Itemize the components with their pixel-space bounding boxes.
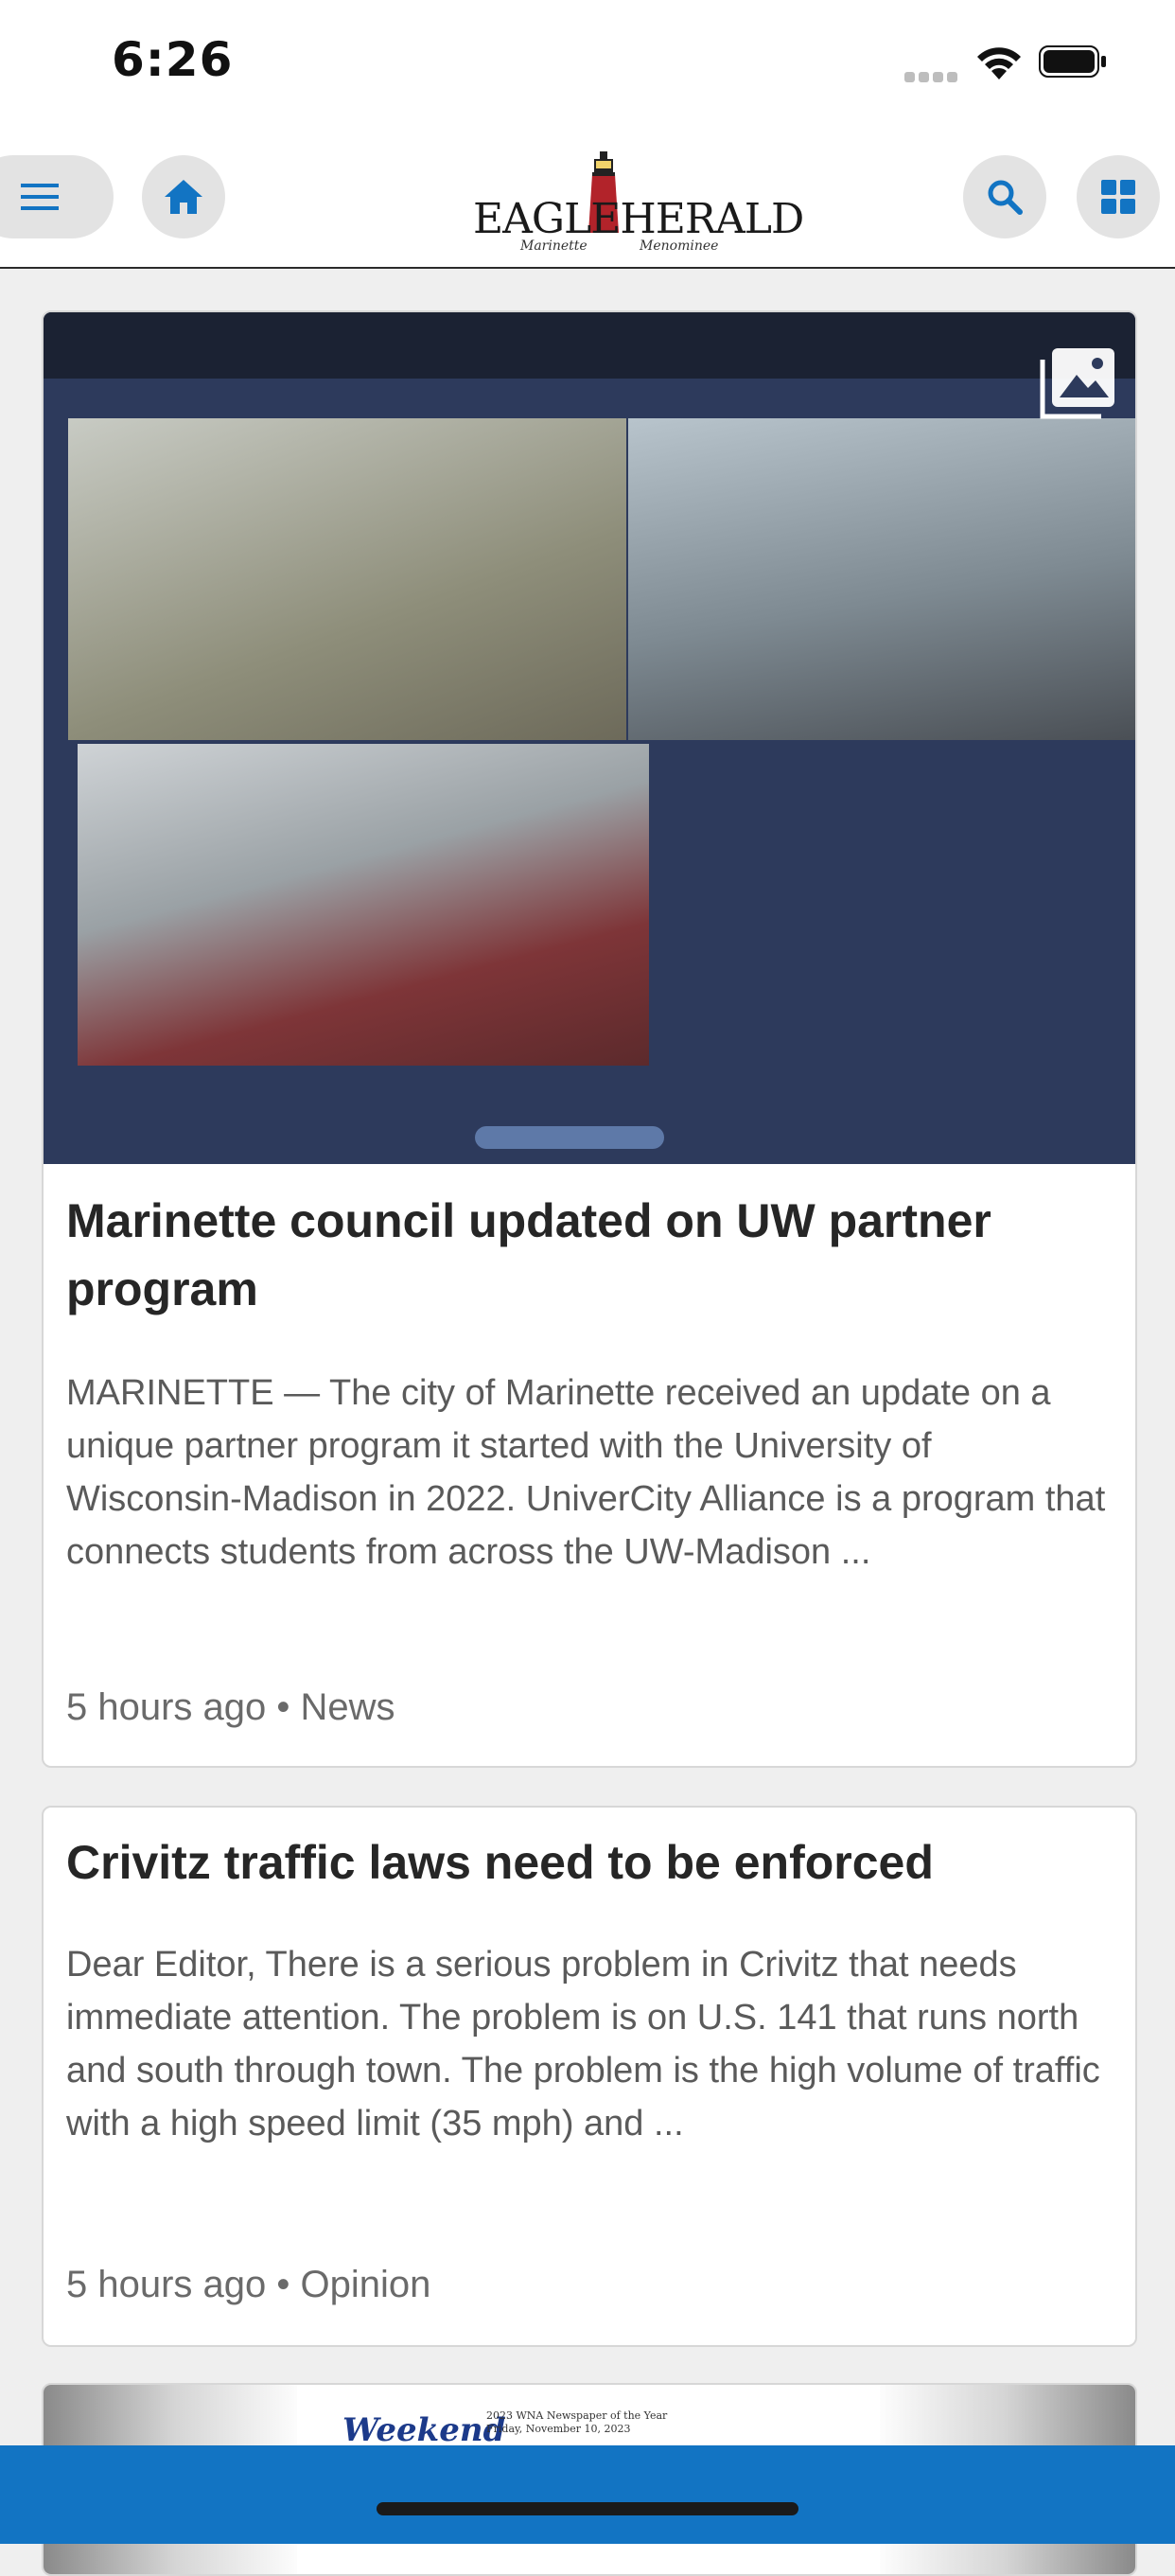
- photo-panel-council-chamber: [68, 418, 626, 740]
- battery-icon: [1039, 45, 1106, 78]
- photo-panel-video-speaker: [78, 744, 649, 1066]
- article-photo[interactable]: [44, 312, 1135, 1164]
- photo-taskbar: [475, 1126, 664, 1149]
- article-card[interactable]: Crivitz traffic laws need to be enforced…: [42, 1806, 1137, 2347]
- status-bar: 6:26: [0, 0, 1175, 129]
- article-excerpt: Dear Editor, There is a serious problem …: [66, 1945, 1100, 2144]
- newspaper-masthead: Weekend: [342, 2411, 506, 2449]
- article-card[interactable]: Marinette council updated on UW partner …: [42, 310, 1137, 1768]
- article-headline[interactable]: Marinette council updated on UW partner …: [66, 1187, 1107, 1323]
- logo-sub-right: Menominee: [640, 238, 719, 254]
- photo-panel-meeting-room: [628, 418, 1135, 740]
- newspaper-dateline: 2023 WNA Newspaper of the Year Friday, N…: [486, 2409, 668, 2435]
- cellular-signal-icon: [904, 68, 961, 86]
- gallery-icon[interactable]: [1039, 346, 1118, 422]
- grid-icon: [1101, 180, 1135, 214]
- status-time: 6:26: [112, 32, 234, 87]
- bottom-navigation-bar: [0, 2445, 1175, 2544]
- article-meta: 5 hours ago • Opinion: [66, 2264, 431, 2305]
- app-header: EAGLEHERALD Marinette Menominee: [0, 129, 1175, 269]
- home-icon: [165, 180, 202, 214]
- article-meta: 5 hours ago • News: [66, 1686, 395, 1728]
- home-indicator[interactable]: [377, 2502, 798, 2515]
- eagle-herald-logo[interactable]: EAGLEHERALD Marinette Menominee: [469, 151, 804, 254]
- home-button[interactable]: [142, 155, 225, 238]
- menu-button[interactable]: [0, 155, 114, 238]
- photo-monitor-bezel: [44, 312, 1135, 379]
- logo-sub-left: Marinette: [520, 238, 588, 254]
- article-excerpt: MARINETTE — The city of Marinette receiv…: [66, 1373, 1106, 1572]
- search-button[interactable]: [963, 155, 1046, 238]
- article-headline[interactable]: Crivitz traffic laws need to be enforced: [66, 1828, 1107, 1897]
- search-icon: [988, 180, 1023, 215]
- logo-wordmark: EAGLEHERALD: [473, 195, 804, 243]
- menu-icon: [21, 184, 59, 210]
- sections-grid-button[interactable]: [1077, 155, 1160, 238]
- wifi-icon: [977, 47, 1021, 79]
